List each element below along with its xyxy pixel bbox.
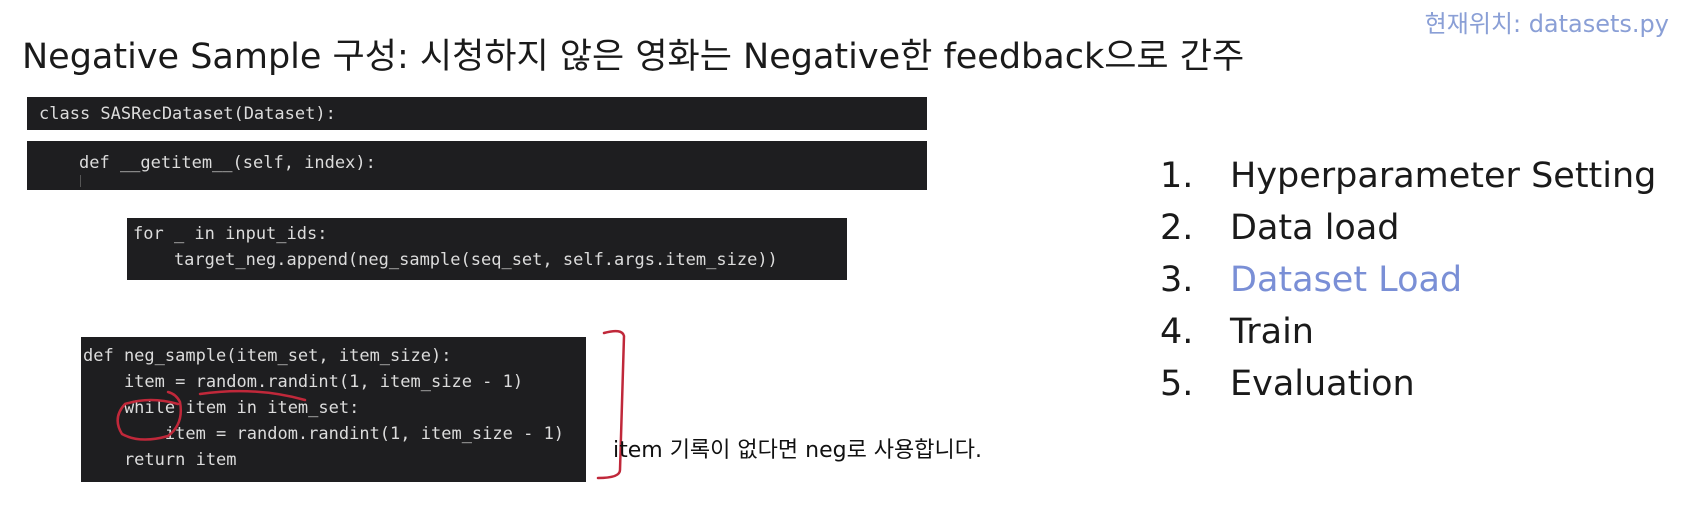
code-block-getitem: def __getitem__(self, index): bbox=[27, 141, 927, 190]
code-block-neg-sample: def neg_sample(item_set, item_size): ite… bbox=[81, 337, 586, 482]
step-label: Evaluation bbox=[1230, 364, 1415, 404]
code-line: while item in item_set: bbox=[83, 398, 360, 418]
step-number: 3. bbox=[1160, 260, 1194, 300]
code-line: item = random.randint(1, item_size - 1) bbox=[83, 424, 565, 444]
indent-guide bbox=[80, 175, 81, 187]
current-location-label: 현재위치: datasets.py bbox=[1424, 10, 1669, 38]
code-block-class: class SASRecDataset(Dataset): bbox=[27, 97, 927, 130]
step-list: 1. Hyperparameter Setting 2. Data load 3… bbox=[1160, 150, 1656, 410]
step-number: 5. bbox=[1160, 364, 1194, 404]
code-block-loop: for _ in input_ids: target_neg.append(ne… bbox=[127, 218, 847, 280]
step-label: Dataset Load bbox=[1230, 260, 1463, 300]
step-number: 1. bbox=[1160, 156, 1194, 196]
step-item: 5. Evaluation bbox=[1160, 358, 1656, 410]
step-label: Train bbox=[1230, 312, 1314, 352]
code-line: item = random.randint(1, item_size - 1) bbox=[83, 372, 524, 392]
step-item: 1. Hyperparameter Setting bbox=[1160, 150, 1656, 202]
slide-title: Negative Sample 구성: 시청하지 않은 영화는 Negative… bbox=[22, 37, 1245, 77]
step-number: 4. bbox=[1160, 312, 1194, 352]
annotation-note: item 기록이 없다면 neg로 사용합니다. bbox=[613, 438, 982, 463]
step-label: Data load bbox=[1230, 208, 1400, 248]
code-line: def neg_sample(item_set, item_size): bbox=[83, 346, 452, 366]
code-line: def __getitem__(self, index): bbox=[79, 153, 376, 173]
step-item: 2. Data load bbox=[1160, 202, 1656, 254]
code-line: class SASRecDataset(Dataset): bbox=[39, 104, 336, 124]
code-line: return item bbox=[83, 450, 237, 470]
step-item-current: 3. Dataset Load bbox=[1160, 254, 1656, 306]
code-line: for _ in input_ids: bbox=[133, 224, 328, 244]
step-item: 4. Train bbox=[1160, 306, 1656, 358]
step-number: 2. bbox=[1160, 208, 1194, 248]
step-label: Hyperparameter Setting bbox=[1230, 156, 1657, 196]
code-line: target_neg.append(neg_sample(seq_set, se… bbox=[133, 250, 778, 270]
